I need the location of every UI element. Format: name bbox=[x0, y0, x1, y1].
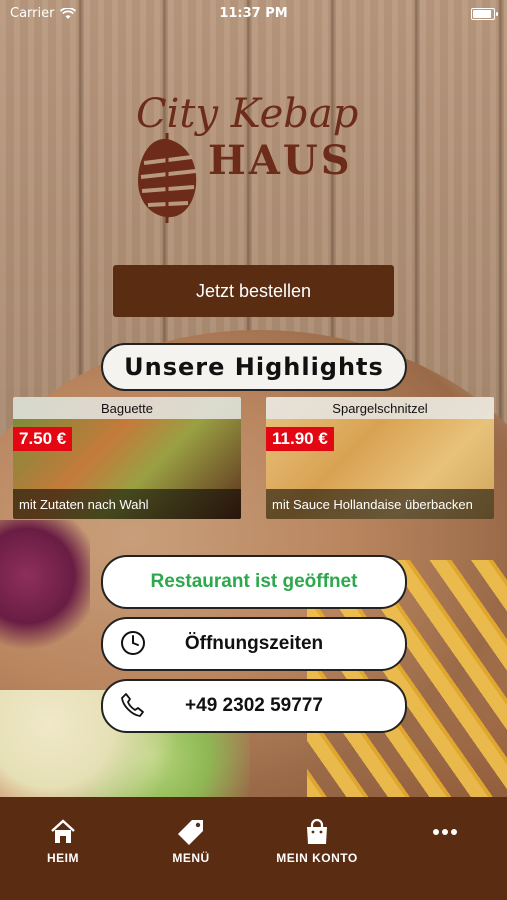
price-badge: 11.90 € bbox=[266, 427, 334, 451]
brand-logo: City Kebap HAUS bbox=[130, 85, 380, 225]
tab-label: MENÜ bbox=[172, 851, 210, 865]
logo-line2: HAUS bbox=[208, 137, 353, 184]
tag-icon bbox=[178, 820, 203, 845]
opening-hours-label: Öffnungszeiten bbox=[184, 633, 324, 654]
app-screen: Carrier 11:37 PM City Kebap HAUS Jetzt b… bbox=[0, 0, 507, 900]
opening-hours-button[interactable]: Öffnungszeiten bbox=[101, 617, 407, 671]
restaurant-status-button[interactable]: Restaurant ist geöffnet bbox=[101, 555, 407, 609]
highlight-card-title: Spargelschnitzel bbox=[266, 397, 494, 419]
clock-icon bbox=[121, 631, 145, 655]
tab-menu[interactable]: MENÜ bbox=[136, 817, 246, 865]
highlight-card-baguette[interactable]: Baguette 7.50 € mit Zutaten nach Wahl bbox=[13, 397, 241, 519]
highlights-header: Unsere Highlights bbox=[101, 343, 407, 391]
highlight-card-caption: mit Zutaten nach Wahl bbox=[13, 489, 241, 519]
tab-more[interactable] bbox=[390, 817, 500, 851]
highlight-card-spargelschnitzel[interactable]: Spargelschnitzel 11.90 € mit Sauce Holla… bbox=[266, 397, 494, 519]
highlight-card-title: Baguette bbox=[13, 397, 241, 419]
phone-icon bbox=[121, 693, 144, 717]
status-time: 11:37 PM bbox=[219, 6, 288, 21]
battery-icon bbox=[471, 8, 498, 20]
restaurant-status-label: Restaurant ist geöffnet bbox=[150, 571, 358, 592]
order-now-label: Jetzt bestellen bbox=[195, 280, 312, 301]
tab-label: MEIN KONTO bbox=[276, 851, 358, 865]
kebab-icon bbox=[138, 133, 197, 223]
tab-account[interactable]: MEIN KONTO bbox=[262, 817, 372, 865]
logo-line1: City Kebap bbox=[136, 91, 359, 137]
home-icon bbox=[51, 819, 75, 843]
bag-icon bbox=[307, 818, 327, 844]
highlights-title: Unsere Highlights bbox=[124, 353, 384, 381]
status-bar: Carrier 11:37 PM bbox=[0, 0, 507, 28]
phone-button[interactable]: +49 2302 59777 bbox=[101, 679, 407, 733]
tab-home[interactable]: HEIM bbox=[8, 817, 118, 865]
price-badge: 7.50 € bbox=[13, 427, 73, 451]
food-decoration bbox=[0, 520, 90, 660]
order-now-button[interactable]: Jetzt bestellen bbox=[113, 265, 394, 317]
tab-label: HEIM bbox=[47, 851, 79, 865]
more-icon bbox=[433, 829, 457, 835]
phone-number: +49 2302 59777 bbox=[185, 695, 323, 716]
bottom-tab-bar: HEIM MENÜ MEIN KONTO bbox=[0, 797, 507, 900]
highlight-card-caption: mit Sauce Hollandaise überbacken bbox=[266, 489, 494, 519]
